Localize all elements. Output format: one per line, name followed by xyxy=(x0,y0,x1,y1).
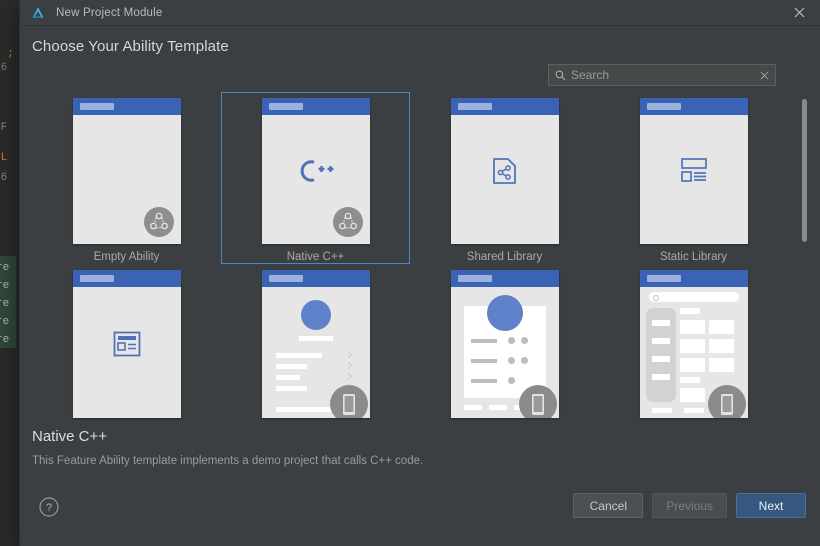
template-description: Native C++ This Feature Ability template… xyxy=(32,428,652,467)
background-code-fragment: re xyxy=(0,280,10,292)
template-grid[interactable]: Empty Ability Native C++ Shared Library … xyxy=(32,92,788,432)
scrollbar-thumb[interactable] xyxy=(802,99,807,242)
template-thumbnail xyxy=(639,270,748,418)
template-card-shared-library[interactable]: Shared Library xyxy=(410,92,599,264)
ability-badge-icon xyxy=(143,207,174,237)
description-text: This Feature Ability template implements… xyxy=(32,455,424,467)
template-thumbnail xyxy=(639,98,748,244)
template-card-row2-2[interactable] xyxy=(221,264,410,432)
shared-library-icon xyxy=(451,98,559,244)
template-card-native-cpp[interactable]: Native C++ xyxy=(221,92,410,264)
static-library-icon xyxy=(640,98,748,244)
cancel-button[interactable]: Cancel xyxy=(573,493,644,518)
background-code-fragment: re xyxy=(0,334,10,346)
template-thumbnail xyxy=(72,270,181,418)
search-icon xyxy=(555,70,566,80)
next-button[interactable]: Next xyxy=(736,493,806,518)
previous-button[interactable]: Previous xyxy=(652,493,727,518)
background-code-fragment: re xyxy=(0,262,10,274)
phone-badge-icon xyxy=(329,385,368,418)
layout-panel-icon xyxy=(73,270,181,418)
template-grid-scrollbar[interactable] xyxy=(801,97,808,432)
template-label: Empty Ability xyxy=(93,251,160,263)
template-label: Static Library xyxy=(659,251,728,263)
svg-text:?: ? xyxy=(46,502,52,514)
phone-badge-icon xyxy=(707,385,746,418)
background-code-fragment: 06 xyxy=(0,62,8,74)
template-card-row2-3[interactable] xyxy=(410,264,599,432)
template-label: Native C++ xyxy=(286,251,345,263)
template-card-empty-ability[interactable]: Empty Ability xyxy=(32,92,221,264)
template-thumbnail xyxy=(72,98,181,244)
template-card-static-library[interactable]: Static Library xyxy=(599,92,788,264)
ability-badge-icon xyxy=(332,207,363,237)
search-input[interactable] xyxy=(571,66,753,84)
background-code-fragment: re xyxy=(0,298,10,310)
background-code-fragment: re xyxy=(0,316,10,328)
dialog-footer: ? Cancel Previous Next xyxy=(20,488,820,546)
template-thumbnail xyxy=(450,270,559,418)
dialog-title: New Project Module xyxy=(56,6,163,19)
background-code-fragment: \L xyxy=(0,152,8,164)
template-thumbnail xyxy=(261,270,370,418)
search-box[interactable] xyxy=(548,64,776,86)
new-project-module-dialog: New Project Module Choose Your Ability T… xyxy=(20,0,820,546)
background-code-fragment: } ; xyxy=(0,48,14,60)
help-question-icon[interactable]: ? xyxy=(38,496,60,518)
template-thumbnail xyxy=(450,98,559,244)
description-title: Native C++ xyxy=(32,428,108,445)
template-row: Empty Ability Native C++ Shared Library … xyxy=(32,92,788,264)
template-label: Shared Library xyxy=(466,251,543,263)
footer-button-row: Cancel Previous Next xyxy=(573,493,806,518)
background-code-fragment: NF xyxy=(0,122,8,134)
page-title: Choose Your Ability Template xyxy=(32,38,229,55)
template-thumbnail xyxy=(261,98,370,244)
deveco-triangle-logo-icon xyxy=(32,6,44,18)
clear-x-icon[interactable] xyxy=(753,65,775,85)
template-row xyxy=(32,264,788,432)
dialog-titlebar: New Project Module xyxy=(20,0,820,26)
close-icon[interactable] xyxy=(778,0,820,25)
background-code-fragment: 06 xyxy=(0,172,8,184)
phone-badge-icon xyxy=(518,385,557,418)
template-card-row2-4[interactable] xyxy=(599,264,788,432)
template-card-row2-1[interactable] xyxy=(32,264,221,432)
